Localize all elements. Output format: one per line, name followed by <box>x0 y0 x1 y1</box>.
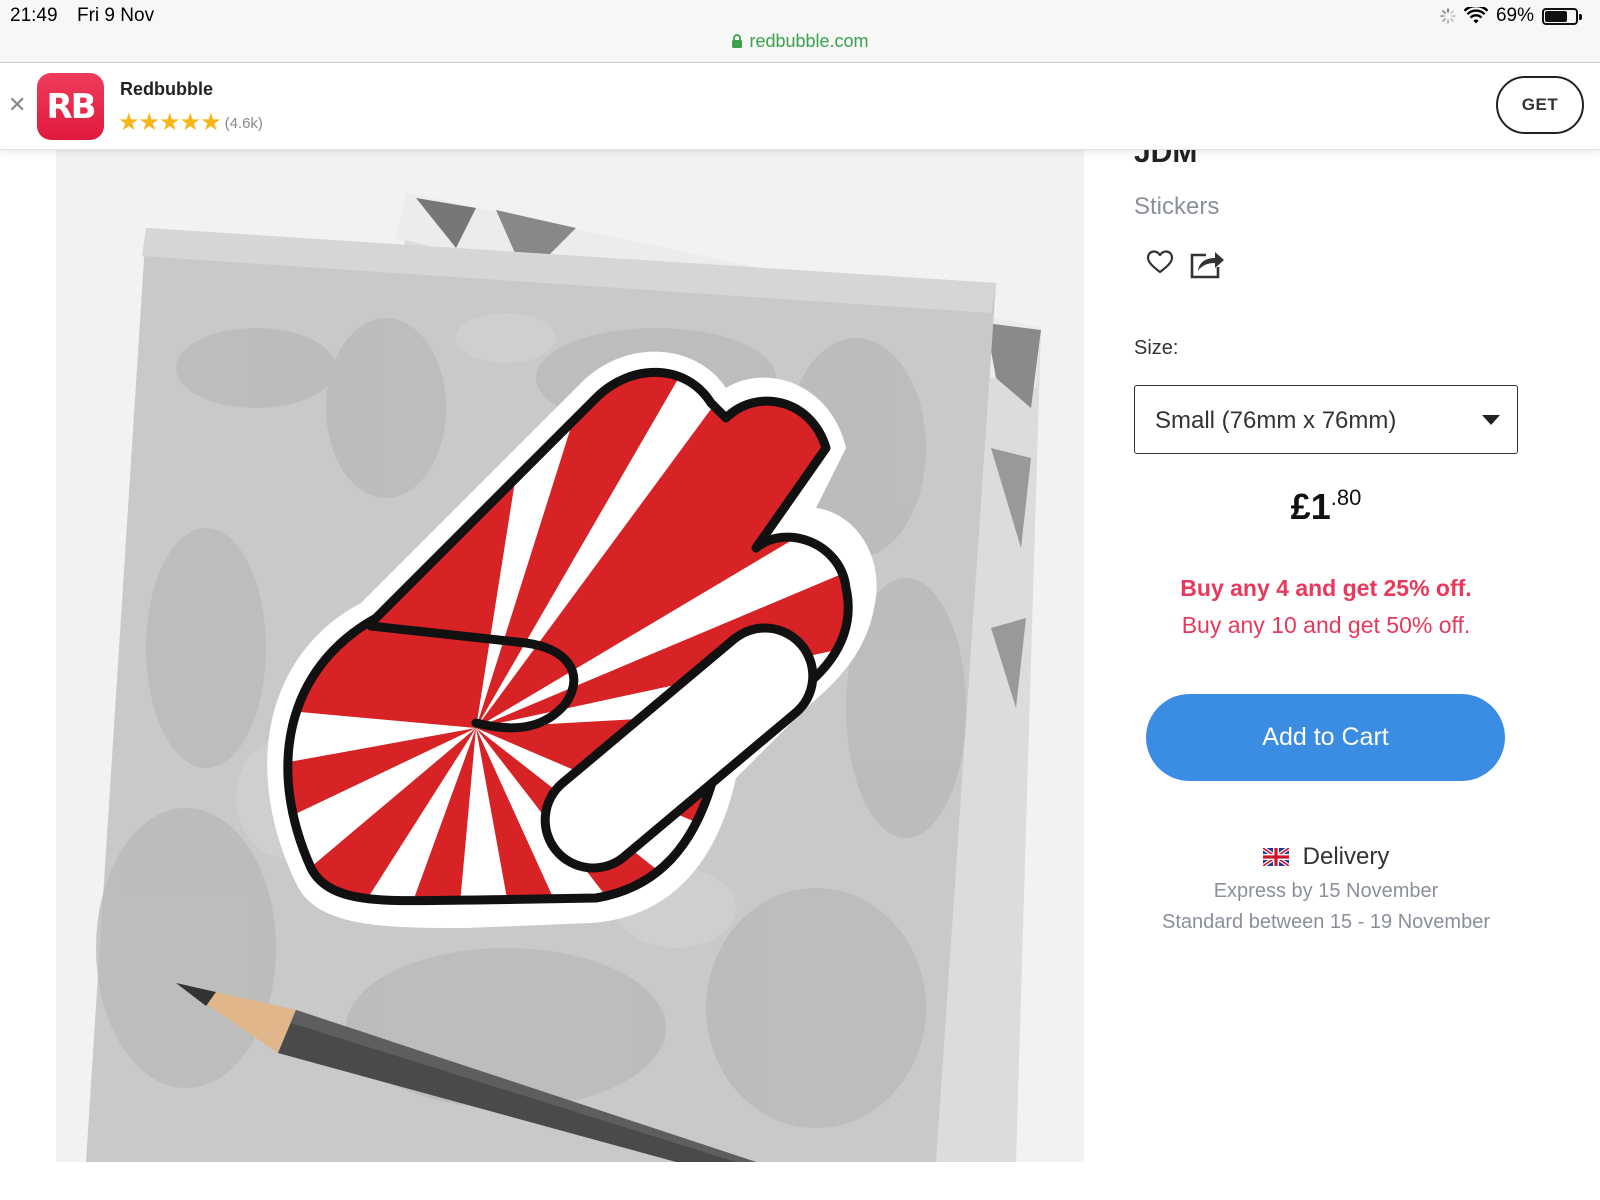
status-indicators: 69% <box>1440 5 1582 27</box>
status-bar: 21:49 Fri 9 Nov 69% redbubble.com <box>0 0 1600 63</box>
product-photo <box>56 148 1084 1162</box>
size-label: Size: <box>1134 337 1179 359</box>
app-banner: ✕ RB Redbubble ★★★★★ (4.6k) GET <box>0 63 1600 150</box>
chevron-down-icon <box>1482 415 1500 425</box>
delivery-heading: Delivery <box>1134 843 1518 871</box>
review-count: (4.6k) <box>224 114 263 132</box>
status-time: 21:49 <box>10 5 58 26</box>
rating-stars: ★★★★★ <box>118 109 222 136</box>
app-icon[interactable]: RB <box>37 73 104 140</box>
size-dropdown[interactable]: Small (76mm x 76mm) <box>1134 385 1518 454</box>
size-selected-value: Small (76mm x 76mm) <box>1155 407 1397 434</box>
promo-ten: Buy any 10 and get 50% off. <box>1181 612 1471 638</box>
address-bar[interactable]: redbubble.com <box>0 31 1600 52</box>
battery-percent: 69% <box>1495 5 1534 26</box>
status-date: Fri 9 Nov <box>77 5 155 26</box>
wifi-icon <box>1463 7 1488 24</box>
close-icon[interactable]: ✕ <box>8 92 26 118</box>
product-image[interactable] <box>56 148 1084 1162</box>
price: £1.80 <box>1134 485 1518 528</box>
delivery-label: Delivery <box>1302 843 1390 870</box>
battery-icon <box>1542 7 1582 25</box>
activity-spinner-icon <box>1440 8 1456 24</box>
delivery-standard: Standard between 15 - 19 November <box>1162 911 1490 933</box>
product-category[interactable]: Stickers <box>1134 193 1219 221</box>
app-name: Redbubble <box>120 79 213 99</box>
get-app-button[interactable]: GET <box>1496 76 1584 134</box>
uk-flag-icon <box>1262 848 1289 866</box>
url-text: redbubble.com <box>749 31 869 51</box>
price-pence: .80 <box>1330 485 1362 510</box>
app-rating: ★★★★★ (4.6k) <box>118 111 263 135</box>
share-icon[interactable] <box>1188 247 1226 279</box>
price-pounds: £1 <box>1290 486 1331 527</box>
add-to-cart-button[interactable]: Add to Cart <box>1146 694 1505 781</box>
delivery-express: Express by 15 November <box>1213 880 1439 902</box>
promo-four: Buy any 4 and get 25% off. <box>1180 575 1472 601</box>
lock-icon <box>732 34 743 48</box>
heart-icon[interactable] <box>1146 249 1174 275</box>
